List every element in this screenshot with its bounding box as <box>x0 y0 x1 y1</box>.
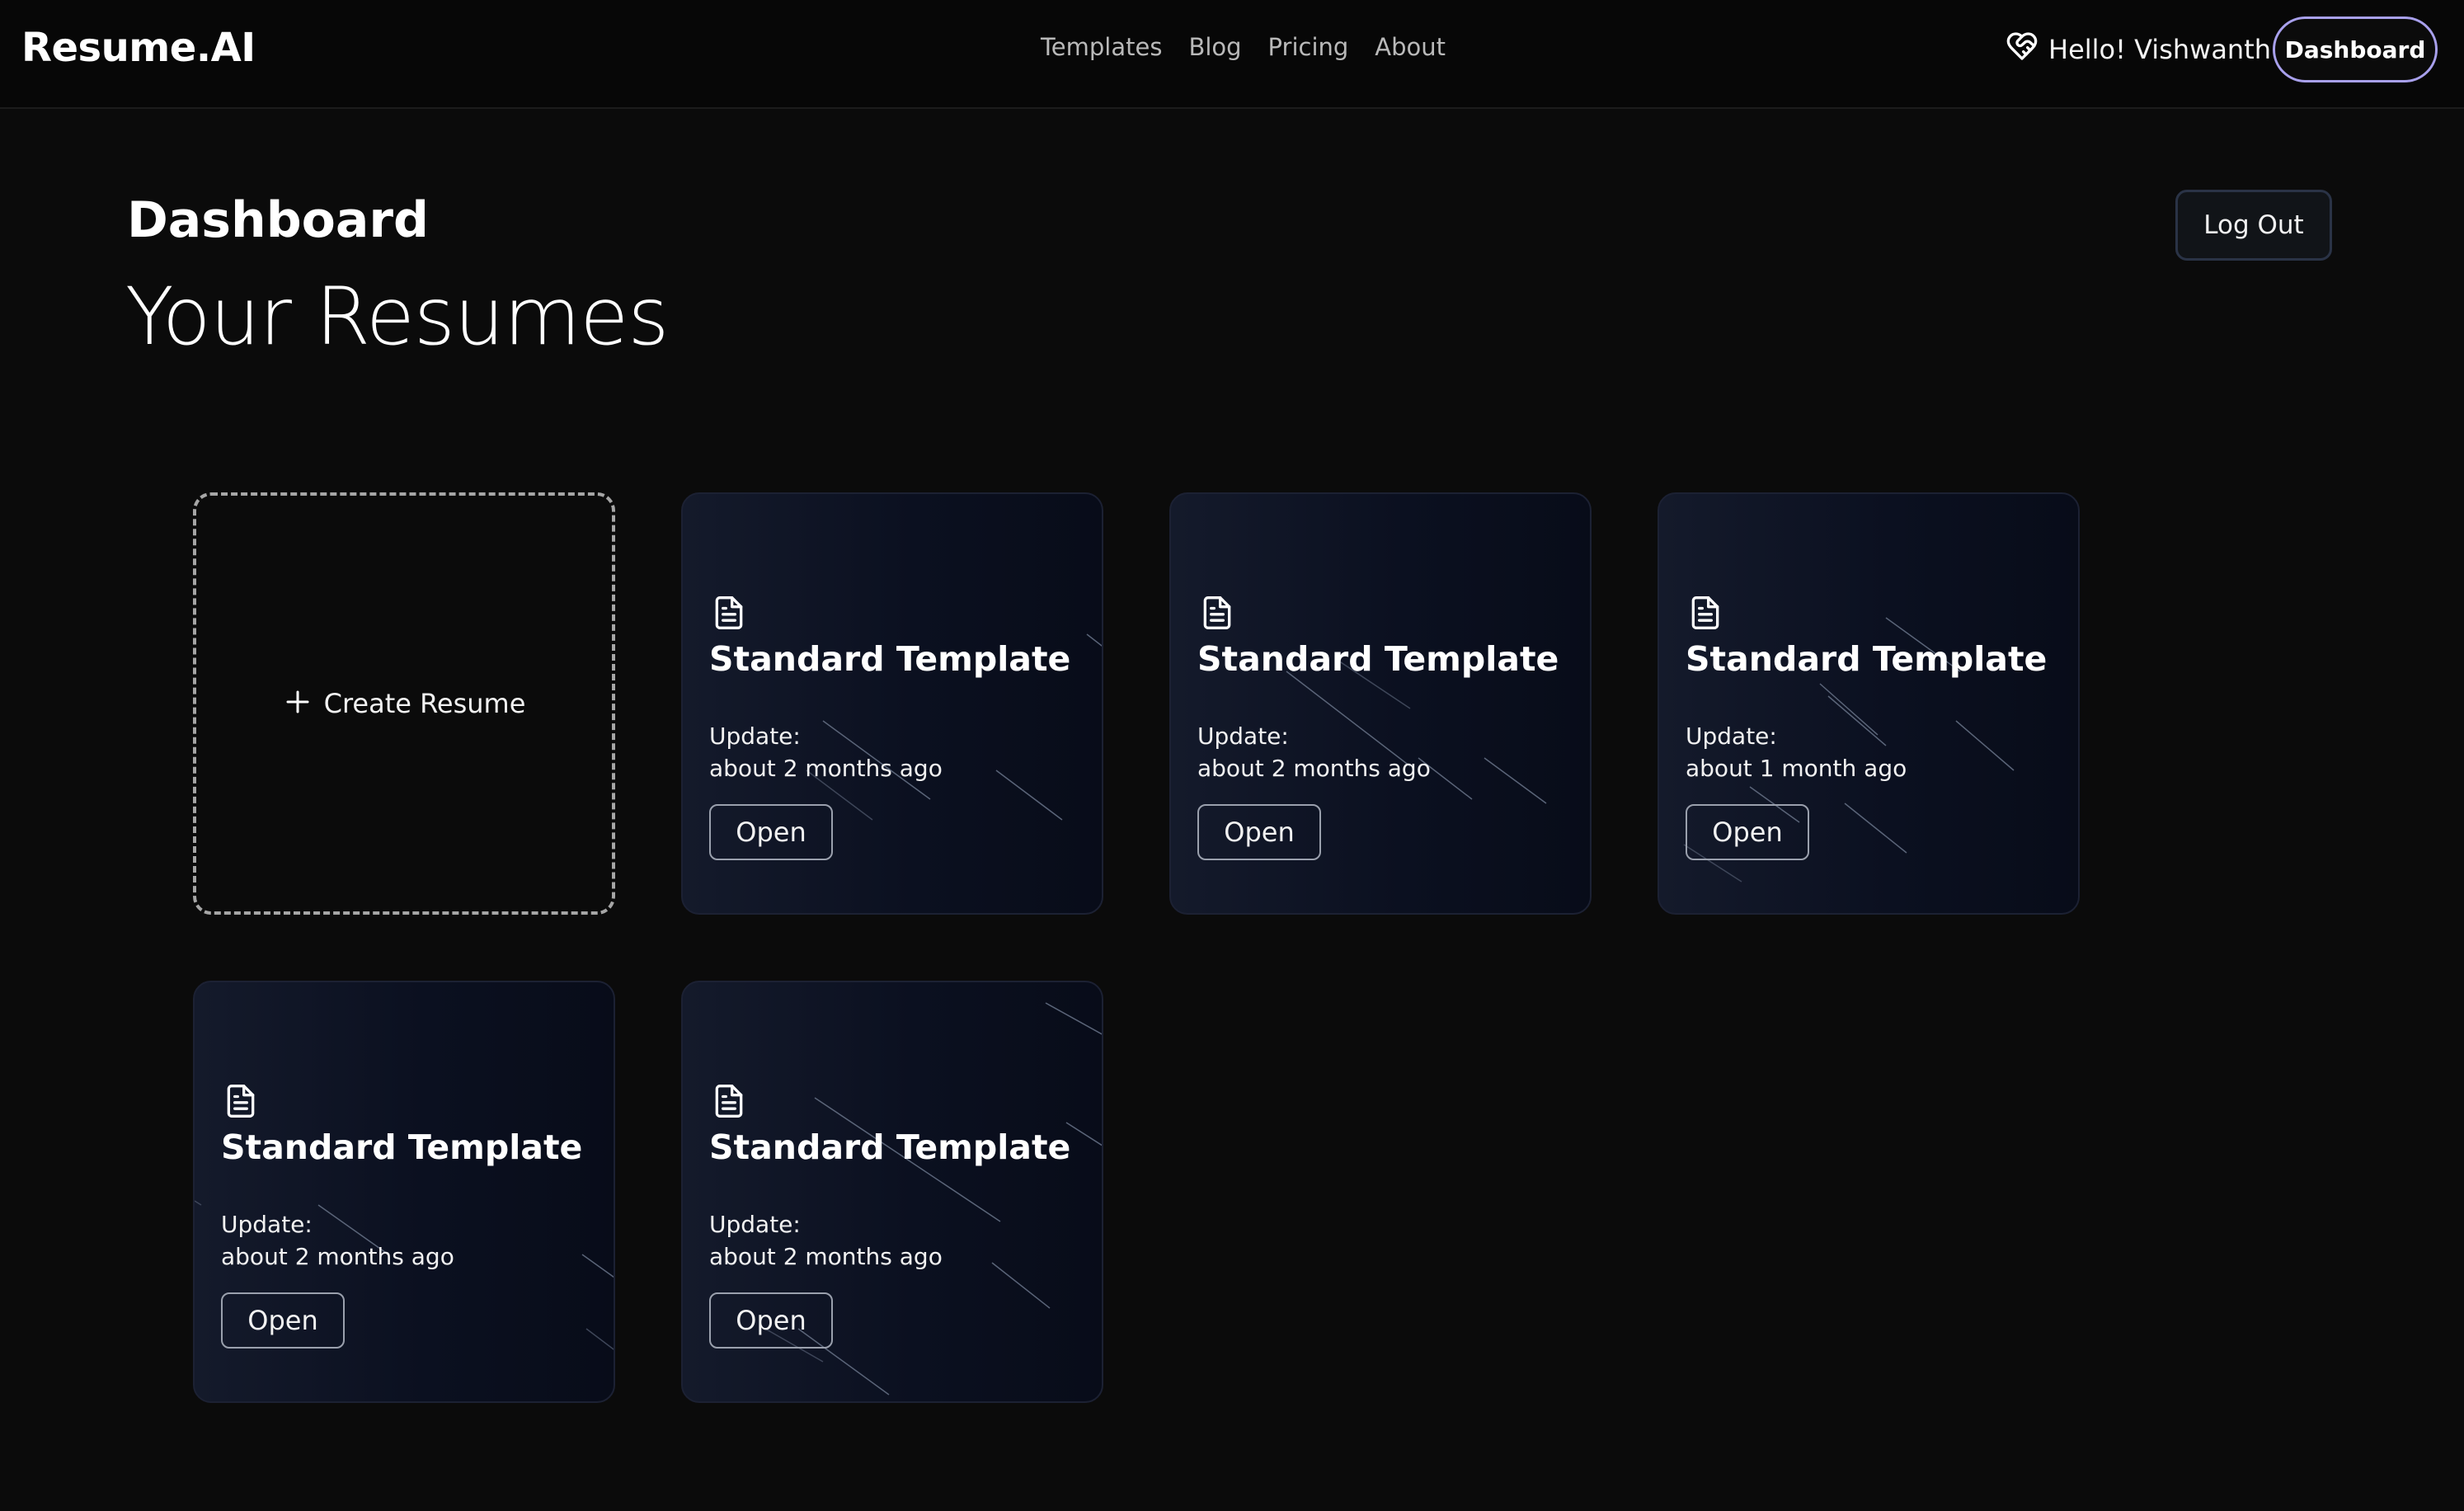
resume-title: Standard Template <box>709 1127 1071 1167</box>
update-label: Update: <box>709 723 801 750</box>
nav-link-templates[interactable]: Templates <box>1041 33 1162 61</box>
page-title: Dashboard <box>127 191 429 249</box>
resume-card: Standard Template Update: about 2 months… <box>193 981 615 1403</box>
user-greeting: Hello! Vishwanth <box>2006 30 2271 69</box>
file-text-icon <box>1199 593 1235 633</box>
file-text-icon <box>223 1081 259 1121</box>
create-resume-label: Create Resume <box>323 688 526 719</box>
updated-time: about 2 months ago <box>709 1243 943 1270</box>
open-button[interactable]: Open <box>221 1292 345 1349</box>
logout-button[interactable]: Log Out <box>2175 190 2332 261</box>
nav-link-blog[interactable]: Blog <box>1188 33 1241 61</box>
open-button[interactable]: Open <box>1197 804 1321 860</box>
open-button[interactable]: Open <box>709 804 833 860</box>
page-subtitle: Your Resumes <box>125 271 669 363</box>
update-label: Update: <box>709 1211 801 1238</box>
dashboard-button[interactable]: Dashboard <box>2273 16 2438 82</box>
updated-time: about 2 months ago <box>221 1243 454 1270</box>
resume-card: Standard Template Update: about 2 months… <box>681 981 1103 1403</box>
updated-time: about 2 months ago <box>709 755 943 782</box>
resume-title: Standard Template <box>1686 639 2048 679</box>
file-text-icon <box>711 1081 747 1121</box>
open-button[interactable]: Open <box>709 1292 833 1349</box>
file-text-icon <box>711 593 747 633</box>
create-resume-card[interactable]: Create Resume <box>193 492 615 915</box>
nav-links: Templates Blog Pricing About <box>1041 33 1446 61</box>
resume-card: Standard Template Update: about 2 months… <box>1169 492 1592 915</box>
resume-card: Standard Template Update: about 2 months… <box>681 492 1103 915</box>
greeting-text: Hello! Vishwanth <box>2048 34 2272 65</box>
file-text-icon <box>1687 593 1723 633</box>
heart-handshake-icon <box>2006 30 2038 69</box>
update-label: Update: <box>1197 723 1289 750</box>
open-button[interactable]: Open <box>1686 804 1809 860</box>
top-navbar: Resume.AI Templates Blog Pricing About H… <box>0 0 2464 109</box>
brand-logo[interactable]: Resume.AI <box>21 25 256 71</box>
resume-card: Standard Template Update: about 1 month … <box>1658 492 2080 915</box>
resume-title: Standard Template <box>1197 639 1559 679</box>
nav-link-about[interactable]: About <box>1375 33 1446 61</box>
update-label: Update: <box>221 1211 313 1238</box>
plus-icon <box>283 687 313 720</box>
resume-title: Standard Template <box>709 639 1071 679</box>
updated-time: about 2 months ago <box>1197 755 1431 782</box>
updated-time: about 1 month ago <box>1686 755 1907 782</box>
nav-link-pricing[interactable]: Pricing <box>1268 33 1349 61</box>
update-label: Update: <box>1686 723 1777 750</box>
resume-title: Standard Template <box>221 1127 583 1167</box>
